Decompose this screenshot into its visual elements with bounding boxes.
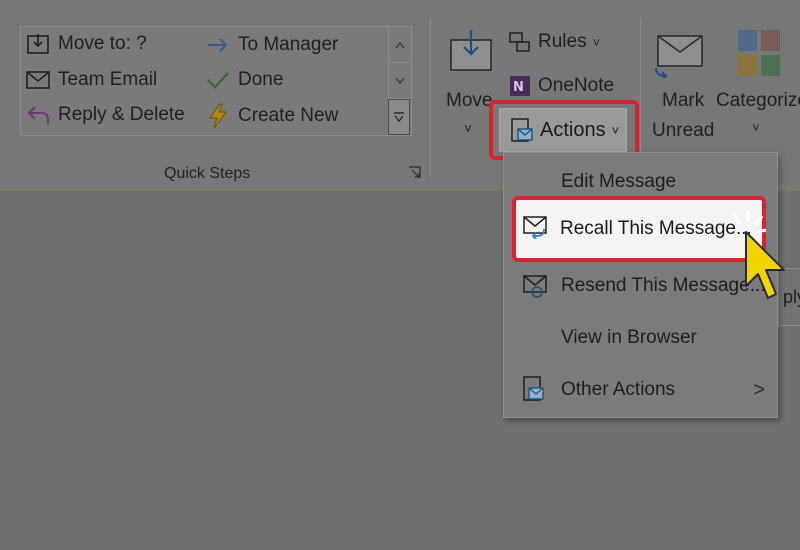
- menu-item-other-actions[interactable]: Other Actions >: [504, 367, 777, 413]
- categorize-label: Categorize: [716, 90, 800, 111]
- actions-chevron: ˅: [611, 122, 620, 138]
- gallery-scroll-down[interactable]: [388, 63, 410, 99]
- resend-message-icon: [523, 275, 547, 298]
- onenote-label: OneNote: [538, 75, 615, 96]
- svg-text:N: N: [513, 80, 524, 95]
- quick-step-to-manager[interactable]: To Manager: [206, 34, 338, 56]
- dialog-launcher-icon: [409, 166, 421, 178]
- categorize-button[interactable]: Categorize ˅: [716, 26, 800, 144]
- other-actions-icon: [523, 376, 544, 401]
- quick-step-label: Team Email: [58, 69, 158, 90]
- gallery-more[interactable]: [388, 99, 410, 135]
- lightning-icon: [209, 103, 227, 129]
- pointer-cursor-icon: [732, 210, 785, 299]
- group-separator: [430, 18, 431, 178]
- rules-label: Rules: [538, 31, 587, 52]
- move-folder-icon: [450, 30, 492, 71]
- onenote-icon: N: [510, 76, 530, 96]
- mark-unread-icon: [655, 35, 703, 78]
- expand-gallery-icon: [394, 112, 404, 123]
- recall-message-icon: [523, 216, 547, 239]
- quick-step-label: Create New: [238, 105, 339, 126]
- quick-step-move-to[interactable]: Move to: ?: [26, 32, 147, 56]
- chevron-down-icon: [394, 77, 405, 84]
- arrow-right-icon: [208, 38, 228, 52]
- menu-item-label: Recall This Message...: [560, 218, 752, 239]
- quick-step-reply-delete[interactable]: Reply & Delete: [26, 104, 185, 126]
- actions-icon: [511, 118, 533, 142]
- group-label-quick-steps: Quick Steps: [164, 165, 251, 182]
- quick-step-label: Reply & Delete: [58, 104, 185, 125]
- rules-button[interactable]: Rules ˅: [508, 30, 600, 54]
- menu-item-label: Edit Message: [561, 171, 677, 192]
- quick-step-label: To Manager: [238, 34, 339, 55]
- chevron-up-icon: [394, 41, 405, 48]
- mark-unread-label-line1: Mark: [662, 90, 705, 111]
- rules-chevron: ˅: [592, 34, 601, 50]
- categorize-icon: [738, 30, 780, 76]
- rules-icon: [509, 32, 530, 52]
- quick-step-label: Done: [238, 69, 284, 90]
- envelope-icon: [26, 71, 50, 89]
- menu-item-label: Other Actions: [561, 379, 676, 400]
- dialog-launcher[interactable]: [408, 166, 421, 182]
- reply-icon: [27, 106, 49, 124]
- menu-item-view-in-browser[interactable]: View in Browser: [504, 315, 777, 361]
- quick-step-team-email[interactable]: Team Email: [26, 69, 157, 91]
- checkmark-icon: [207, 72, 229, 89]
- categorize-chevron: ˅: [752, 120, 760, 135]
- menu-item-recall-message[interactable]: Recall This Message...: [516, 200, 762, 258]
- move-chevron: ˅: [464, 120, 473, 136]
- onenote-button[interactable]: N OneNote: [508, 74, 614, 98]
- mark-unread-button[interactable]: Mark Unread: [648, 30, 714, 148]
- actions-button[interactable]: Actions ˅: [499, 108, 627, 152]
- quick-step-label: Move to: ?: [58, 33, 147, 54]
- menu-item-label: View in Browser: [561, 327, 697, 348]
- move-to-folder-icon: [27, 34, 49, 54]
- quick-step-create-new[interactable]: Create New: [206, 103, 338, 129]
- mark-unread-label-line2: Unread: [652, 120, 715, 141]
- actions-label: Actions: [540, 118, 606, 141]
- quick-step-done[interactable]: Done: [206, 69, 283, 91]
- submenu-arrow: >: [753, 378, 765, 401]
- gallery-scroll-up[interactable]: [388, 27, 410, 63]
- move-label: Move: [446, 90, 493, 111]
